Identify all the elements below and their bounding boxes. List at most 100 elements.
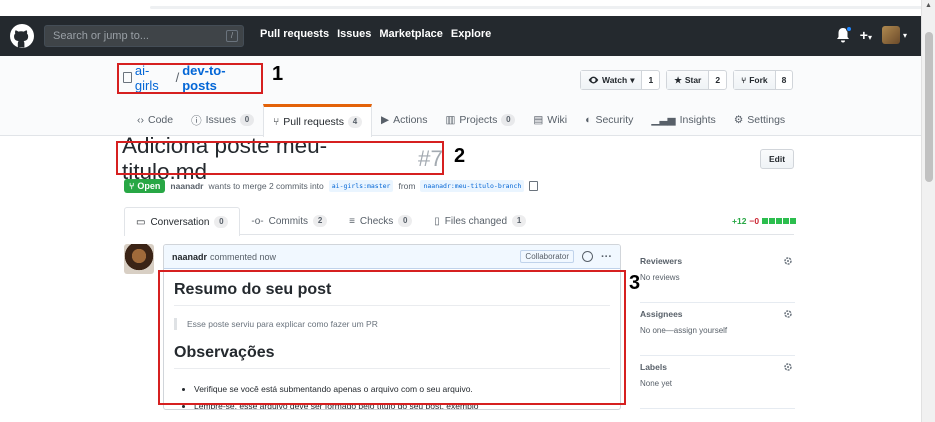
collaborator-badge: Collaborator — [520, 250, 574, 263]
projects-counter: 0 — [501, 114, 516, 126]
sidebar-labels-title[interactable]: Labels — [640, 362, 795, 372]
diffstat: +12 −0 — [732, 216, 797, 226]
chevron-down-icon: ▾ — [867, 33, 872, 42]
nav-issues[interactable]: Issues — [337, 28, 371, 40]
clipboard-icon[interactable] — [529, 181, 539, 191]
pr-meta-text-1: wants to merge 2 commits into — [208, 181, 324, 191]
pr-meta: ⑂ Open naanadr wants to merge 2 commits i… — [124, 179, 539, 193]
tab-commits[interactable]: -o- Commits 2 — [240, 207, 338, 235]
plus-icon: + — [859, 27, 868, 43]
gear-icon[interactable] — [783, 362, 793, 372]
fork-label: Fork — [749, 75, 768, 85]
chevron-down-icon: ▾ — [630, 74, 635, 85]
conversation-counter: 0 — [214, 216, 229, 228]
tab-checks[interactable]: ≡ Checks 0 — [338, 207, 423, 235]
tab-files-changed[interactable]: ▯ Files changed 1 — [423, 207, 537, 235]
pr-author-link[interactable]: naanadr — [170, 181, 203, 191]
graph-icon: ▁▃▅ — [651, 114, 676, 126]
star-button[interactable]: ★ Star — [667, 71, 710, 89]
fork-button[interactable]: ⑂ Fork — [734, 71, 776, 89]
nav-marketplace[interactable]: Marketplace — [379, 28, 443, 40]
more-options-icon[interactable]: ··· — [601, 251, 612, 263]
tab-security-label: Security — [595, 114, 634, 126]
global-header: / Pull requests Issues Marketplace Explo… — [0, 16, 921, 56]
tab-settings-label: Settings — [747, 114, 786, 126]
star-button-group: ★ Star 2 — [666, 70, 728, 90]
scrollbar-thumb[interactable] — [925, 32, 933, 182]
tab-actions[interactable]: ▶ Actions — [372, 104, 437, 136]
star-count[interactable]: 2 — [709, 71, 726, 89]
tab-conversation-label: Conversation — [150, 216, 210, 228]
gear-icon[interactable] — [783, 256, 793, 266]
status-badge: ⑂ Open — [124, 179, 166, 193]
sidebar-assignees-title[interactable]: Assignees — [640, 309, 795, 319]
create-new-button[interactable]: +▾ — [860, 27, 872, 43]
annotation-number-2: 2 — [454, 145, 466, 167]
tab-insights[interactable]: ▁▃▅ Insights — [642, 104, 724, 136]
chevron-down-icon: ▾ — [902, 30, 907, 40]
tab-settings[interactable]: ⚙ Settings — [725, 104, 794, 136]
annotation-number-1: 1 — [272, 63, 284, 85]
sidebar-reviewers-title[interactable]: Reviewers — [640, 256, 795, 266]
tab-conversation[interactable]: ▭ Conversation 0 — [124, 207, 241, 236]
sidebar-reviewers: Reviewers No reviews — [640, 250, 795, 303]
annotation-number-3: 3 — [629, 272, 641, 294]
tab-projects-label: Projects — [459, 114, 498, 126]
tab-wiki-label: Wiki — [547, 114, 568, 126]
watch-label: Watch — [602, 75, 628, 85]
fork-count[interactable]: 8 — [776, 71, 793, 89]
issues-counter: 0 — [239, 114, 254, 126]
head-branch[interactable]: naanadr:meu-titulo-branch — [420, 180, 525, 192]
sidebar-reviewers-value: No reviews — [640, 273, 680, 282]
comment-header: naanadr commented now Collaborator ··· — [164, 245, 620, 269]
comment-action: commented now — [210, 251, 277, 262]
gear-icon[interactable] — [783, 309, 793, 319]
search-box[interactable]: / — [44, 25, 244, 47]
file-diff-icon: ▯ — [434, 215, 440, 227]
star-label: Star — [684, 75, 702, 85]
tab-commits-label: Commits — [268, 215, 309, 227]
book-icon: ▤ — [533, 114, 544, 126]
files-changed-counter: 1 — [512, 215, 527, 227]
tab-code-label: Code — [148, 114, 174, 126]
notification-bell-icon[interactable] — [836, 26, 852, 43]
sidebar-assignees-value[interactable]: No one—assign yourself — [640, 326, 795, 335]
tab-issues[interactable]: ⓘ Issues 0 — [182, 104, 263, 136]
commit-icon: -o- — [251, 215, 264, 227]
pull-request-icon: ⑂ — [272, 116, 280, 128]
pr-tabs: ▭ Conversation 0 -o- Commits 2 ≡ Checks 0 ▯ Fil… — [124, 207, 794, 236]
pull-request-icon: ⑂ — [129, 181, 135, 191]
github-logo-icon[interactable] — [10, 24, 34, 48]
tab-issues-label: Issues — [205, 114, 236, 126]
fork-button-group: ⑂ Fork 8 — [733, 70, 794, 90]
tab-files-changed-label: Files changed — [444, 215, 508, 227]
eye-icon — [588, 76, 599, 84]
tab-wiki[interactable]: ▤ Wiki — [524, 104, 576, 136]
diff-deletions: −0 — [749, 216, 760, 226]
avatar[interactable] — [124, 244, 154, 274]
nav-pull-requests[interactable]: Pull requests — [260, 28, 329, 40]
watch-count[interactable]: 1 — [642, 71, 659, 89]
shield-icon: ◐ — [585, 114, 592, 126]
smiley-icon[interactable] — [582, 251, 593, 262]
user-menu[interactable]: ▾ — [881, 26, 907, 44]
nav-explore[interactable]: Explore — [451, 28, 491, 40]
search-input[interactable] — [45, 26, 243, 46]
pull-requests-counter: 4 — [347, 116, 362, 128]
comment-author-link[interactable]: naanadr — [172, 252, 207, 262]
page-scrollbar[interactable]: ▲ — [921, 0, 935, 422]
repo-tabs: ‹› Code ⓘ Issues 0 ⑂ Pull requests 4 ▶ Actions… — [128, 104, 794, 137]
tab-security[interactable]: ◐ Security — [576, 104, 642, 136]
status-label: Open — [137, 181, 161, 191]
annotation-box-2 — [116, 141, 444, 175]
comment-icon: ▭ — [136, 216, 146, 228]
watch-button[interactable]: Watch ▾ — [581, 71, 643, 89]
top-nav: Pull requests Issues Marketplace Explore — [260, 28, 491, 40]
base-branch[interactable]: ai-girls:master — [328, 180, 394, 192]
tab-projects[interactable]: ▥ Projects 0 — [437, 104, 525, 136]
tab-code[interactable]: ‹› Code — [128, 104, 182, 136]
scroll-up-arrow-icon[interactable]: ▲ — [925, 2, 932, 9]
search-shortcut-key: / — [226, 30, 238, 42]
gear-icon: ⚙ — [733, 114, 744, 126]
edit-button[interactable]: Edit — [760, 149, 794, 169]
